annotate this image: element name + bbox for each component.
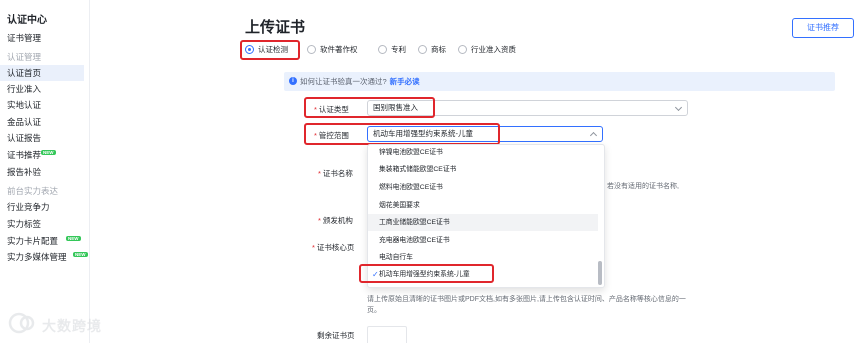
sidebar-item-label: 实力标签: [7, 219, 42, 229]
sidebar-title: 认证中心: [7, 15, 47, 26]
option-label: 锌镍电池欧盟CE证书: [379, 149, 443, 156]
remaining-pages-label: 剩余证书页: [317, 331, 355, 340]
core-page-label: * 证书核心页: [312, 243, 355, 252]
sidebar-item-label: 行业竞争力: [7, 202, 50, 212]
option-label: 集装箱式储能欧盟CE证书: [379, 166, 457, 173]
main-panel: 上传证书 证书推荐 认证检测 软件著作权 专利 商标 行业准入资质 i 如何让证…: [90, 0, 865, 343]
upload-hint: 请上传原始且清晰的证书图片或PDF文档,如有多张图片,请上传包含认证时间、产品名…: [367, 294, 697, 316]
tab-label: 软件著作权: [320, 45, 358, 54]
highlight-box: [304, 97, 435, 118]
upload-hint-line: 请上传原始且清晰的证书图片或PDF文档,如有多张图片,请上传包含认证时间、产品名…: [367, 296, 686, 303]
label-text: 证书核心页: [316, 243, 355, 252]
sidebar-item-industry-access[interactable]: 行业准入: [0, 81, 84, 97]
radio-icon: [458, 45, 467, 54]
sidebar-item-onsite-auth[interactable]: 实地认证: [0, 97, 84, 113]
sidebar-item-strength-media[interactable]: 实力多媒体管理 NEW: [0, 249, 88, 265]
new-badge: NEW: [66, 236, 81, 241]
cert-recommend-button[interactable]: 证书推荐: [792, 18, 854, 38]
sidebar-item-strength-tags[interactable]: 实力标签: [0, 216, 84, 232]
beginner-guide-link[interactable]: 新手必读: [390, 77, 420, 86]
new-badge: NEW: [41, 150, 56, 155]
sidebar: 认证中心 证书管理 认证管理 认证首页 行业准入 实地认证 金品认证 认证报告 …: [0, 0, 90, 343]
page-title: 上传证书: [245, 19, 306, 36]
sidebar-item-label: 实力多媒体管理: [7, 252, 67, 262]
sidebar-group-label: 认证管理: [7, 52, 42, 62]
watermark-icon: [8, 312, 35, 334]
tab-label: 专利: [391, 45, 406, 54]
dropdown-option-hover[interactable]: 工商业储能欧盟CE证书: [368, 214, 598, 231]
info-text: 如何让证书验真一次通过?: [300, 77, 387, 86]
option-label: 烟花美国要求: [379, 202, 420, 209]
sidebar-group-front-strength: 前台实力表达: [0, 183, 84, 199]
sidebar-item-auth-home[interactable]: 认证首页: [0, 65, 84, 81]
sidebar-group-label: 前台实力表达: [7, 186, 59, 196]
sidebar-item-label: 实地认证: [7, 100, 42, 110]
watermark-logo: 大数跨境: [8, 312, 118, 334]
info-icon: i: [289, 77, 297, 85]
sidebar-item-label: 实力卡片配置: [7, 236, 59, 246]
dropdown-option[interactable]: 锌镍电池欧盟CE证书: [368, 145, 598, 161]
tab-trademark[interactable]: 商标: [418, 44, 446, 56]
sidebar-group-auth-management: 认证管理: [0, 49, 84, 65]
highlight-box: [304, 123, 500, 145]
label-text: 颁发机构: [322, 216, 353, 225]
sidebar-item-label: 金品认证: [7, 117, 42, 127]
info-bar: i 如何让证书验真一次通过? 新手必读: [284, 72, 835, 91]
radio-icon: [307, 45, 316, 54]
option-label: 燃料电池欧盟CE证书: [379, 184, 443, 191]
chevron-up-icon: [589, 131, 598, 140]
dropdown-option[interactable]: 集装箱式储能欧盟CE证书: [368, 161, 598, 178]
dropdown-option[interactable]: 充电器电池欧盟CE证书: [368, 232, 598, 249]
sidebar-item-gold-auth[interactable]: 金品认证: [0, 114, 84, 130]
radio-icon: [378, 45, 387, 54]
cert-name-hint: 。若没有适用的证书名称,: [600, 183, 679, 190]
sidebar-item-label: 认证首页: [7, 68, 42, 78]
dropdown-option[interactable]: 烟花美国要求: [368, 197, 598, 214]
radio-icon: [418, 45, 427, 54]
upload-hint-line: 页。: [367, 307, 381, 314]
sidebar-item-industry-competitiveness[interactable]: 行业竞争力: [0, 199, 84, 215]
tab-label: 商标: [431, 45, 446, 54]
sidebar-item-label: 报告补验: [7, 167, 42, 177]
sidebar-item-auth-report[interactable]: 认证报告: [0, 130, 84, 146]
cert-name-label: * 证书名称: [318, 169, 353, 178]
option-label: 电动自行车: [379, 254, 413, 261]
sidebar-item-label: 证书管理: [7, 33, 42, 43]
sidebar-item-label: 证书推荐: [7, 150, 42, 160]
sidebar-item-report-supplement[interactable]: 报告补验: [0, 164, 84, 180]
sidebar-item-label: 认证报告: [7, 133, 42, 143]
tab-industry-access-qualification[interactable]: 行业准入资质: [458, 44, 516, 56]
tab-label: 行业准入资质: [471, 45, 516, 54]
chevron-down-icon: [674, 103, 683, 112]
watermark-text: 大数跨境: [42, 318, 102, 334]
label-text: 证书名称: [322, 169, 353, 178]
sidebar-item-cert-recommend[interactable]: 证书推荐 NEW: [0, 147, 84, 163]
option-label: 工商业储能欧盟CE证书: [379, 219, 450, 226]
highlight-box: [240, 40, 300, 60]
sidebar-item-cert-management[interactable]: 证书管理: [0, 30, 84, 46]
tab-software-copyright[interactable]: 软件著作权: [307, 44, 358, 56]
new-badge: NEW: [73, 252, 88, 257]
dropdown-option[interactable]: 燃料电池欧盟CE证书: [368, 179, 598, 196]
tab-patent[interactable]: 专利: [378, 44, 406, 56]
dropdown-scrollbar[interactable]: [598, 261, 602, 285]
option-label: 充电器电池欧盟CE证书: [379, 237, 450, 244]
sidebar-item-label: 行业准入: [7, 84, 42, 94]
highlight-box: [359, 264, 494, 283]
sidebar-item-strength-card-config[interactable]: 实力卡片配置 NEW: [0, 233, 84, 249]
issuer-label: * 颁发机构: [318, 216, 353, 225]
remaining-pages-upload[interactable]: [367, 326, 407, 343]
